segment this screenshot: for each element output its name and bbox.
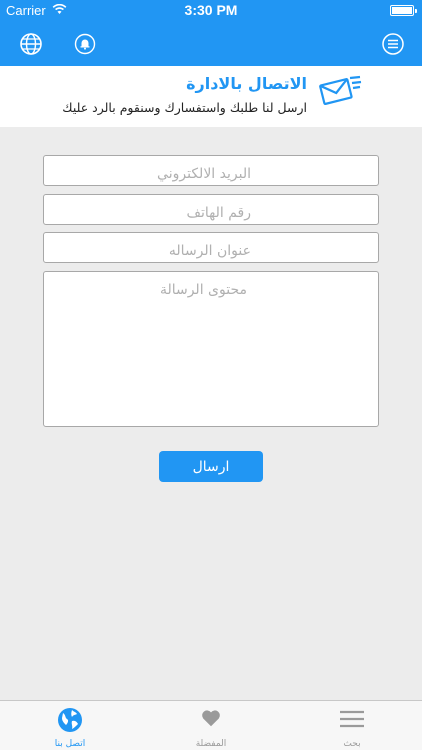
globe-button[interactable] [17, 30, 45, 58]
tab-contact-us[interactable]: اتصل بنا [0, 701, 140, 750]
contact-header: الاتصال بالادارة ارسل لنا طلبك واستفسارك… [0, 66, 422, 127]
battery-icon [390, 5, 417, 16]
tab-label: المفضلة [195, 739, 227, 749]
bell-icon [74, 33, 96, 55]
tab-search[interactable]: بحث [282, 701, 422, 750]
status-time: 3:30 PM [184, 2, 238, 18]
notifications-button[interactable] [71, 30, 99, 58]
tab-label: اتصل بنا [54, 739, 86, 749]
page-title: الاتصال بالادارة [186, 74, 307, 93]
globe-icon [58, 708, 82, 732]
heart-icon [202, 710, 220, 727]
menu-icon [382, 33, 404, 55]
tab-label: بحث [343, 739, 361, 749]
subject-field[interactable] [43, 232, 379, 263]
nav-bar [0, 22, 422, 66]
menu-icon [340, 710, 364, 728]
tab-favorites[interactable]: المفضلة [141, 701, 281, 750]
email-field[interactable] [43, 155, 379, 186]
page-subtitle: ارسل لنا طلبك واستفسارك وسنقوم بالرد علي… [62, 100, 307, 115]
tab-bar: اتصل بنا المفضلة بحث [0, 700, 422, 750]
mail-icon [318, 74, 362, 112]
menu-button[interactable] [379, 30, 407, 58]
status-bar: Carrier 3:30 PM [0, 0, 422, 22]
globe-icon [20, 33, 42, 55]
message-content-field[interactable] [43, 271, 379, 427]
phone-field[interactable] [43, 194, 379, 225]
send-button[interactable]: ارسال [159, 451, 263, 482]
